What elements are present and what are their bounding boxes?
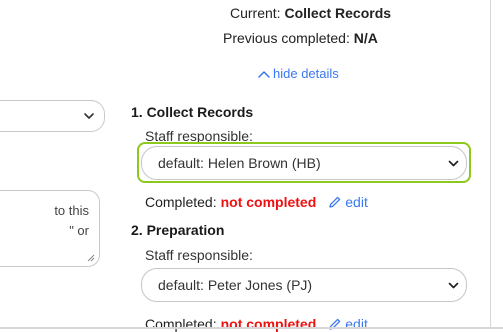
current-label: Current: — [230, 5, 281, 21]
pencil-icon — [329, 196, 341, 208]
step-title: 2. Preparation — [131, 222, 225, 238]
resize-grip-icon[interactable] — [87, 254, 95, 262]
staff-select-value: default: Helen Brown (HB) — [158, 155, 321, 171]
step-title: 1. Collect Records — [131, 104, 254, 120]
staff-select[interactable]: default: Helen Brown (HB) — [141, 146, 467, 180]
previous-label: Previous completed: — [223, 30, 350, 46]
completed-status: not completed — [220, 316, 317, 332]
hide-details-label: hide details — [273, 66, 339, 81]
chevron-up-icon — [258, 70, 270, 78]
completed-status: not completed — [220, 194, 317, 210]
completed-label: Completed: — [145, 316, 217, 332]
edit-label: edit — [345, 194, 368, 210]
hide-details-link[interactable]: hide details — [258, 66, 339, 81]
completed-label: Completed: — [145, 194, 217, 210]
staff-responsible-label: Staff responsible: — [145, 247, 253, 263]
staff-select-value: default: Peter Jones (PJ) — [158, 277, 313, 293]
chevron-down-icon — [448, 160, 459, 167]
edit-link[interactable]: edit — [328, 316, 368, 332]
chevron-down-icon — [448, 282, 459, 289]
completed-row: Completed: not completed edit — [145, 316, 368, 332]
chevron-down-icon — [84, 113, 94, 119]
panel-divider — [490, 0, 491, 329]
previous-value: N/A — [353, 30, 378, 46]
edit-link[interactable]: edit — [328, 194, 368, 210]
left-select[interactable] — [0, 100, 105, 132]
textarea-line: " or — [69, 223, 89, 238]
previous-completed-info: Previous completed: N/A — [223, 30, 378, 46]
current-value: Collect Records — [284, 5, 392, 21]
notes-textarea[interactable]: to this " or — [0, 190, 100, 267]
textarea-line: to this — [54, 203, 89, 218]
staff-select[interactable]: default: Peter Jones (PJ) — [141, 268, 467, 302]
current-step-info: Current: Collect Records — [230, 5, 391, 21]
edit-label: edit — [345, 316, 368, 332]
completed-row: Completed: not completed edit — [145, 194, 368, 210]
